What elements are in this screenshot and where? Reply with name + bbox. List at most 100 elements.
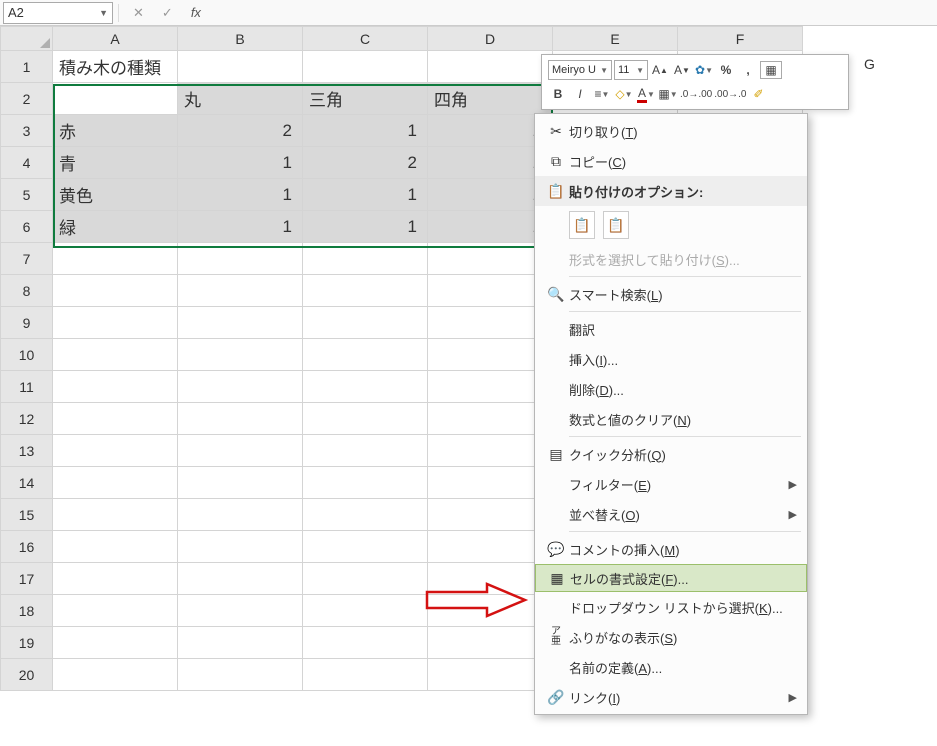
quick-analysis-icon: ▤	[543, 446, 569, 463]
cell-A4[interactable]: 青	[53, 147, 178, 179]
font-color-icon[interactable]: A▼	[636, 84, 656, 104]
cell-B1[interactable]	[178, 51, 303, 83]
link-icon: 🔗	[543, 689, 569, 706]
border-icon[interactable]: ▦▼	[658, 84, 678, 104]
cell-A5[interactable]: 黄色	[53, 179, 178, 211]
cell-C2[interactable]: 三角	[303, 83, 428, 115]
cell-C4[interactable]: 2	[303, 147, 428, 179]
cell-A6[interactable]: 緑	[53, 211, 178, 243]
row-header-15[interactable]: 15	[1, 499, 53, 531]
ctx-filter[interactable]: フィルター(E) ▶	[535, 469, 807, 499]
ctx-insert[interactable]: 挿入(I)...	[535, 344, 807, 374]
percent-icon[interactable]: %	[716, 60, 736, 80]
row-header-14[interactable]: 14	[1, 467, 53, 499]
cell-A2[interactable]	[53, 83, 178, 115]
decrease-font-icon[interactable]: A▼	[672, 60, 692, 80]
ctx-clear-contents[interactable]: 数式と値のクリア(N)	[535, 404, 807, 434]
ctx-sort[interactable]: 並べ替え(O) ▶	[535, 499, 807, 529]
row-header-2[interactable]: 2	[1, 83, 53, 115]
ctx-define-name[interactable]: 名前の定義(A)...	[535, 652, 807, 682]
col-header-F[interactable]: F	[678, 27, 803, 51]
cell-C3[interactable]: 1	[303, 115, 428, 147]
ctx-delete[interactable]: 削除(D)...	[535, 374, 807, 404]
row-header-19[interactable]: 19	[1, 627, 53, 659]
chevron-right-icon: ▶	[789, 478, 797, 491]
ctx-cut[interactable]: ✂ 切り取り(T)	[535, 116, 807, 146]
cell-A3[interactable]: 赤	[53, 115, 178, 147]
row-header-6[interactable]: 6	[1, 211, 53, 243]
ctx-paste-special: 形式を選択して貼り付け(S)...	[535, 244, 807, 274]
row-header-5[interactable]: 5	[1, 179, 53, 211]
mini-toolbar: Meiryo U▼ 11▼ A▲ A▼ ✿▼ % , ▦ B I ≡▼ ◇▼ A…	[541, 54, 849, 110]
name-box[interactable]: A2 ▼	[3, 2, 113, 24]
clear-format-icon[interactable]: ✐	[749, 84, 769, 104]
cell-C6[interactable]: 1	[303, 211, 428, 243]
row-header-10[interactable]: 10	[1, 339, 53, 371]
chevron-right-icon: ▶	[789, 691, 797, 704]
cell-B5[interactable]: 1	[178, 179, 303, 211]
select-all-corner[interactable]	[1, 27, 53, 51]
cell-B4[interactable]: 1	[178, 147, 303, 179]
row-header-16[interactable]: 16	[1, 531, 53, 563]
row-header-18[interactable]: 18	[1, 595, 53, 627]
col-header-A[interactable]: A	[53, 27, 178, 51]
paste-option-1-icon[interactable]: 📋	[569, 211, 595, 239]
ctx-copy[interactable]: ⧉ コピー(C)	[535, 146, 807, 176]
ctx-format-cells[interactable]: ▦ セルの書式設定(F)...	[535, 564, 807, 592]
font-size-selector[interactable]: 11▼	[614, 60, 648, 80]
paste-option-2-icon[interactable]: 📋	[603, 211, 629, 239]
col-header-B[interactable]: B	[178, 27, 303, 51]
separator	[569, 531, 801, 532]
ctx-paste-options-header: 📋 貼り付けのオプション:	[535, 176, 807, 206]
cell-B6[interactable]: 1	[178, 211, 303, 243]
cell-B3[interactable]: 2	[178, 115, 303, 147]
italic-icon[interactable]: I	[570, 84, 590, 104]
separator	[569, 311, 801, 312]
row-header-17[interactable]: 17	[1, 563, 53, 595]
row-header-4[interactable]: 4	[1, 147, 53, 179]
decrease-decimal-icon[interactable]: .00→.0	[714, 84, 746, 104]
cell-D1[interactable]	[428, 51, 553, 83]
chevron-down-icon[interactable]: ▼	[99, 8, 108, 18]
row-header-3[interactable]: 3	[1, 115, 53, 147]
row-header-20[interactable]: 20	[1, 659, 53, 691]
row-header-13[interactable]: 13	[1, 435, 53, 467]
table-format-icon[interactable]: ▦	[760, 61, 782, 79]
fill-color-icon[interactable]: ◇▼	[614, 84, 634, 104]
cell-D2[interactable]: 四角	[428, 83, 553, 115]
cell-B2[interactable]: 丸	[178, 83, 303, 115]
col-header-C[interactable]: C	[303, 27, 428, 51]
increase-decimal-icon[interactable]: .0→.00	[680, 84, 712, 104]
ctx-smart-lookup[interactable]: 🔍 スマート検索(L)	[535, 279, 807, 309]
font-name-selector[interactable]: Meiryo U▼	[548, 60, 612, 80]
ctx-pick-from-dropdown[interactable]: ドロップダウン リストから選択(K)...	[535, 592, 807, 622]
row-header-9[interactable]: 9	[1, 307, 53, 339]
cell-C5[interactable]: 1	[303, 179, 428, 211]
row-header-12[interactable]: 12	[1, 403, 53, 435]
bold-icon[interactable]: B	[548, 84, 568, 104]
align-icon[interactable]: ≡▼	[592, 84, 612, 104]
row-header-11[interactable]: 11	[1, 371, 53, 403]
row-header-1[interactable]: 1	[1, 51, 53, 83]
row-header-7[interactable]: 7	[1, 243, 53, 275]
fx-icon[interactable]: fx	[191, 5, 201, 20]
formula-bar: A2 ▼ ✕ ✓ fx	[0, 0, 937, 26]
col-header-E[interactable]: E	[553, 27, 678, 51]
row-header-8[interactable]: 8	[1, 275, 53, 307]
col-header-G[interactable]: G	[864, 56, 875, 72]
comma-icon[interactable]: ,	[738, 60, 758, 80]
cancel-icon[interactable]: ✕	[133, 5, 144, 21]
cell-A7[interactable]	[53, 243, 178, 275]
confirm-icon[interactable]: ✓	[162, 5, 173, 21]
format-painter-icon[interactable]: ✿▼	[694, 60, 714, 80]
cell-A1[interactable]: 積み木の種類	[53, 51, 178, 83]
ctx-show-furigana[interactable]: ア亜 ふりがなの表示(S)	[535, 622, 807, 652]
ctx-quick-analysis[interactable]: ▤ クイック分析(Q)	[535, 439, 807, 469]
separator	[569, 436, 801, 437]
col-header-D[interactable]: D	[428, 27, 553, 51]
cell-C1[interactable]	[303, 51, 428, 83]
ctx-translate[interactable]: 翻訳	[535, 314, 807, 344]
ctx-link[interactable]: 🔗 リンク(I) ▶	[535, 682, 807, 712]
increase-font-icon[interactable]: A▲	[650, 60, 670, 80]
ctx-insert-comment[interactable]: 💬 コメントの挿入(M)	[535, 534, 807, 564]
